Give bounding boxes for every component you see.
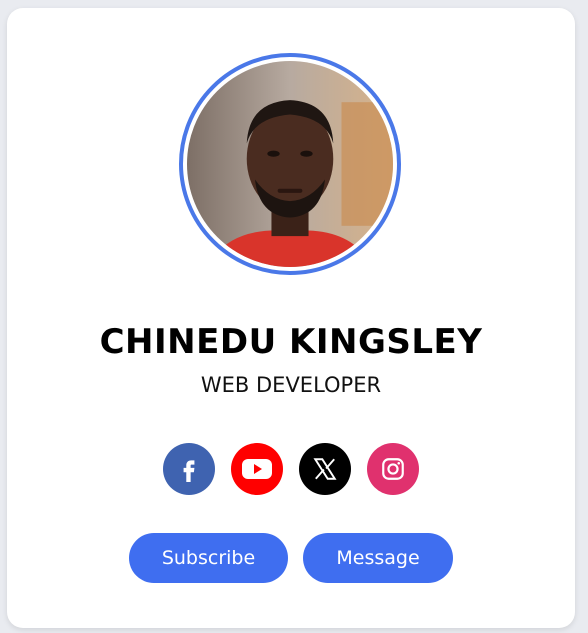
instagram-icon xyxy=(382,458,404,480)
message-button[interactable]: Message xyxy=(303,533,453,583)
youtube-link[interactable] xyxy=(231,443,283,495)
instagram-link[interactable] xyxy=(367,443,419,495)
x-icon xyxy=(313,458,337,480)
profile-card: CHINEDU KINGSLEY WEB DEVELOPER Subscribe… xyxy=(7,8,575,628)
profile-name: CHINEDU KINGSLEY xyxy=(99,322,483,362)
subscribe-button[interactable]: Subscribe xyxy=(129,533,288,583)
action-buttons: Subscribe Message xyxy=(7,533,575,583)
avatar xyxy=(187,61,393,267)
social-links xyxy=(7,443,575,495)
avatar-ring xyxy=(179,53,401,275)
facebook-icon xyxy=(183,460,195,482)
profile-role: WEB DEVELOPER xyxy=(200,373,382,397)
facebook-link[interactable] xyxy=(163,443,215,495)
youtube-icon xyxy=(242,459,272,479)
x-link[interactable] xyxy=(299,443,351,495)
